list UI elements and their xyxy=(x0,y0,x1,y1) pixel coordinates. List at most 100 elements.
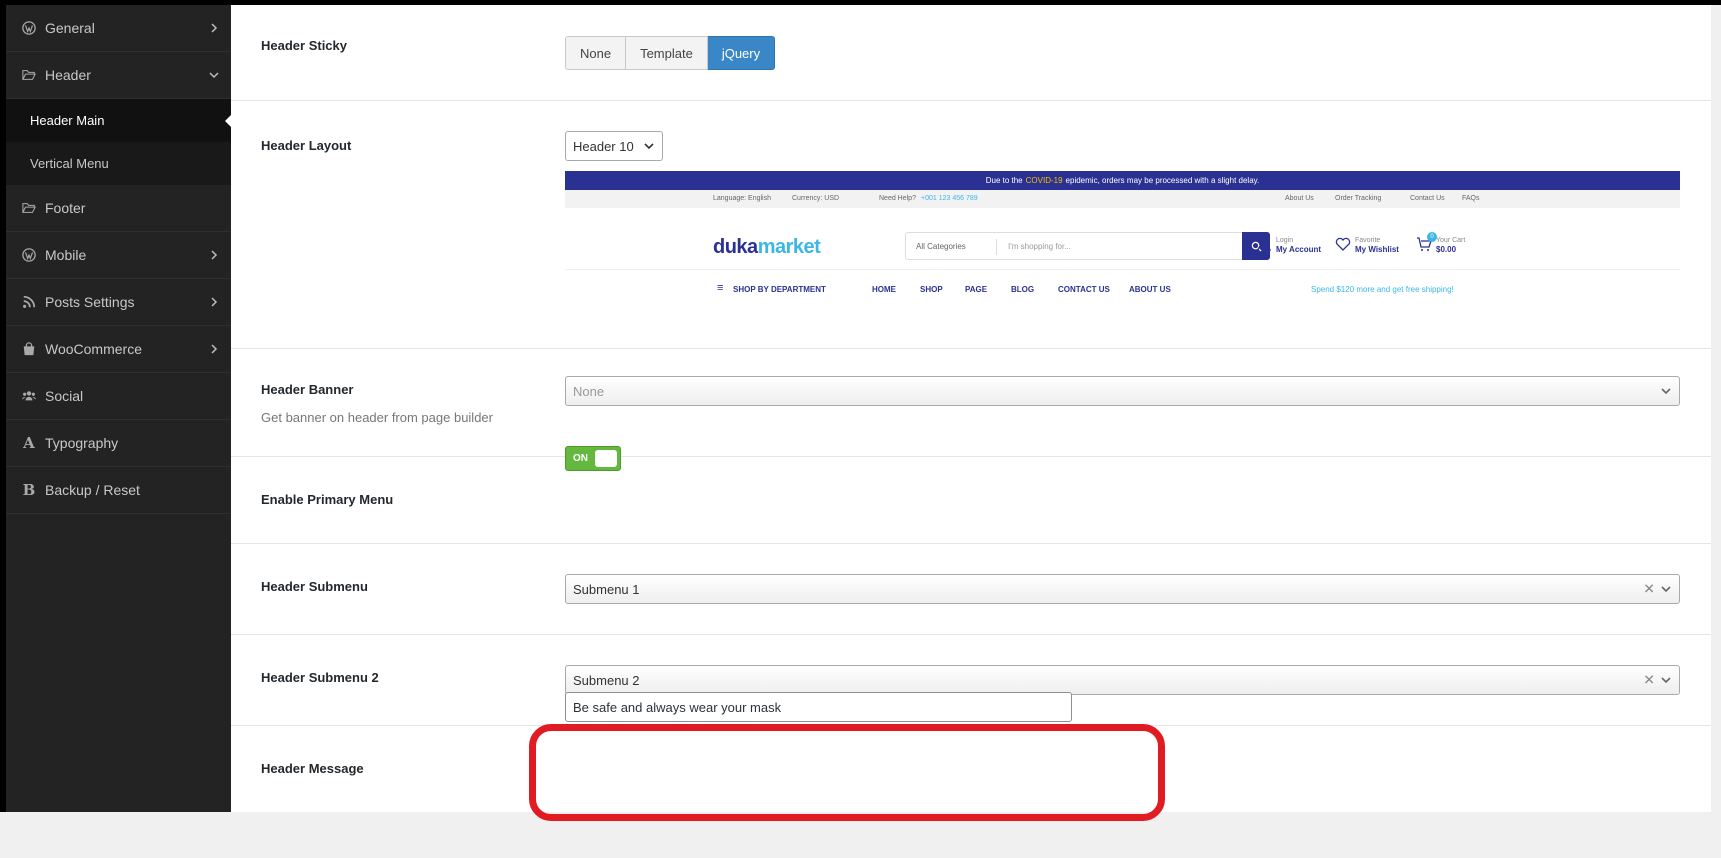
user-icon xyxy=(1257,237,1271,252)
preview-top-link: Contact Us xyxy=(1410,195,1445,202)
preview-top-link: FAQs xyxy=(1462,195,1480,202)
sidebar-item-backup-reset[interactable]: B Backup / Reset xyxy=(6,467,231,514)
preview-wishlist-big: My Wishlist xyxy=(1355,245,1399,254)
sidebar-item-label: WooCommerce xyxy=(45,341,142,357)
preview-help-phone: +001 123 456 789 xyxy=(921,195,978,202)
header-banner-value: None xyxy=(573,383,605,399)
preview-announcement-text: Due to the xyxy=(985,176,1023,185)
header-banner-select[interactable]: None xyxy=(565,376,1680,406)
chevron-right-icon xyxy=(211,297,218,307)
sidebar-item-label: Posts Settings xyxy=(45,294,135,310)
toggle-knob xyxy=(595,450,617,467)
setting-label: Header Banner xyxy=(261,382,354,397)
sticky-option-jquery[interactable]: jQuery xyxy=(707,36,776,70)
preview-wishlist-small: Favorite xyxy=(1355,237,1381,244)
sidebar-item-woocommerce[interactable]: WooCommerce xyxy=(6,326,231,373)
sidebar-item-label: Backup / Reset xyxy=(45,482,140,498)
options-panel: Header Sticky None Template jQuery Heade… xyxy=(231,5,1711,812)
preview-promo: Spend $120 more and get free shipping! xyxy=(1311,285,1454,294)
preview-nav-item: CONTACT US xyxy=(1058,285,1110,294)
preview-cart-small: Your Cart xyxy=(1436,237,1466,244)
hamburger-icon: ≡ xyxy=(717,282,724,294)
sticky-option-template[interactable]: Template xyxy=(626,36,708,70)
chevron-down-icon xyxy=(1661,586,1671,593)
wordpress-icon xyxy=(21,20,37,36)
sidebar-subitem-vertical-menu[interactable]: Vertical Menu xyxy=(6,142,231,185)
preview-help-label: Need Help? xyxy=(879,195,916,202)
preview-logo: dukamarket xyxy=(713,236,821,259)
setting-label: Header Layout xyxy=(261,138,352,153)
preview-top-link: Order Tracking xyxy=(1335,195,1382,202)
sidebar-item-mobile[interactable]: Mobile xyxy=(6,232,231,279)
sticky-option-none[interactable]: None xyxy=(565,36,627,70)
preview-nav-item: BLOG xyxy=(1011,285,1035,294)
preview-announcement-highlight: COVID-19 xyxy=(1025,176,1063,185)
preview-divider xyxy=(565,269,1680,270)
clear-icon[interactable]: ✕ xyxy=(1643,581,1655,598)
sidebar-item-label: Mobile xyxy=(45,247,87,263)
shopping-bag-icon xyxy=(21,341,37,357)
setting-enable-primary-menu: Enable Primary Menu xyxy=(231,457,1711,544)
preview-cart-big: $0.00 xyxy=(1436,245,1457,254)
header-submenu-select[interactable]: Submenu 1 ✕ xyxy=(565,574,1680,604)
preview-announcement-text-2: epidemic, orders may be processed with a… xyxy=(1065,176,1260,185)
preview-nav-item: HOME xyxy=(872,285,896,294)
setting-label: Enable Primary Menu xyxy=(261,492,394,507)
options-sidebar: General Header Header Main Vertical Menu… xyxy=(6,5,231,812)
sidebar-item-label: Footer xyxy=(45,200,86,216)
chevron-right-icon xyxy=(211,344,218,354)
preview-logo-part-1: duka xyxy=(713,236,758,258)
sidebar-item-typography[interactable]: A Typography xyxy=(6,420,231,467)
preview-currency: Currency: USD xyxy=(792,195,840,202)
preview-cart: 0 Your Cart $0.00 xyxy=(1417,232,1466,254)
preview-nav-item: ABOUT US xyxy=(1129,285,1171,294)
preview-department: SHOP BY DEPARTMENT xyxy=(733,285,826,294)
preview-language: Language: English xyxy=(713,195,771,202)
folder-open-icon xyxy=(21,200,37,216)
preview-cart-count: 0 xyxy=(1427,232,1437,242)
bold-icon: B xyxy=(22,481,36,499)
setting-header-banner: Header Banner Get banner on header from … xyxy=(231,349,1711,457)
clear-icon[interactable]: ✕ xyxy=(1643,672,1655,689)
sidebar-subitem-label: Vertical Menu xyxy=(30,156,109,171)
header-submenu-2-value: Submenu 2 xyxy=(573,672,640,688)
primary-menu-toggle[interactable]: ON xyxy=(565,446,621,471)
sidebar-item-header[interactable]: Header xyxy=(6,52,231,99)
header-submenu-2-select[interactable]: Submenu 2 ✕ xyxy=(565,665,1680,695)
users-icon xyxy=(21,388,37,404)
preview-nav-item: PAGE xyxy=(965,285,988,294)
sidebar-item-posts-settings[interactable]: Posts Settings xyxy=(6,279,231,326)
rss-icon xyxy=(21,294,37,310)
preview-wishlist: Favorite My Wishlist xyxy=(1335,236,1399,254)
header-message-input[interactable] xyxy=(565,692,1072,722)
setting-header-sticky: Header Sticky None Template jQuery xyxy=(231,5,1711,101)
header-submenu-value: Submenu 1 xyxy=(573,581,640,597)
toggle-text: ON xyxy=(573,453,588,464)
preview-search-divider xyxy=(996,239,997,255)
font-icon: A xyxy=(23,434,35,452)
chevron-down-icon xyxy=(1661,677,1671,684)
sidebar-item-social[interactable]: Social xyxy=(6,373,231,420)
sidebar-item-label: General xyxy=(45,20,95,36)
preview-topbar: Language: English Currency: USD Need Hel… xyxy=(565,190,1680,208)
header-layout-preview: Due to the COVID-19 epidemic, orders may… xyxy=(565,171,1680,309)
setting-header-message: Header Message xyxy=(231,726,1711,812)
chevron-down-icon xyxy=(644,143,654,150)
chevron-right-icon xyxy=(211,250,218,260)
preview-search-category: All Categories xyxy=(916,242,966,251)
setting-label: Header Submenu xyxy=(261,579,368,594)
sidebar-item-general[interactable]: General xyxy=(6,5,231,52)
preview-top-link: About Us xyxy=(1285,195,1314,202)
sidebar-item-label: Typography xyxy=(45,435,119,451)
setting-description: Get banner on header from page builder xyxy=(261,410,493,425)
sidebar-item-footer[interactable]: Footer xyxy=(6,185,231,232)
preview-search-bar: All Categories I'm shopping for... xyxy=(905,232,1270,260)
setting-label: Header Submenu 2 xyxy=(261,670,379,685)
preview-account-big: My Account xyxy=(1276,245,1322,254)
chevron-down-icon xyxy=(209,72,219,79)
sidebar-subitem-header-main[interactable]: Header Main xyxy=(6,99,231,142)
header-layout-select[interactable]: Header 10 xyxy=(565,131,663,161)
preview-announcement-bar: Due to the COVID-19 epidemic, orders may… xyxy=(565,171,1680,190)
header-layout-value: Header 10 xyxy=(573,138,634,154)
setting-label: Header Sticky xyxy=(261,38,347,53)
